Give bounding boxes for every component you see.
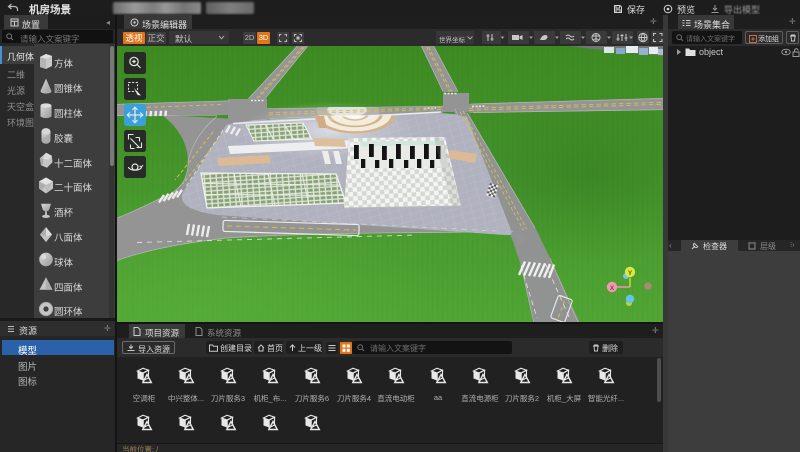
svg-text:Y: Y xyxy=(628,270,633,277)
svg-text:X: X xyxy=(610,285,615,292)
